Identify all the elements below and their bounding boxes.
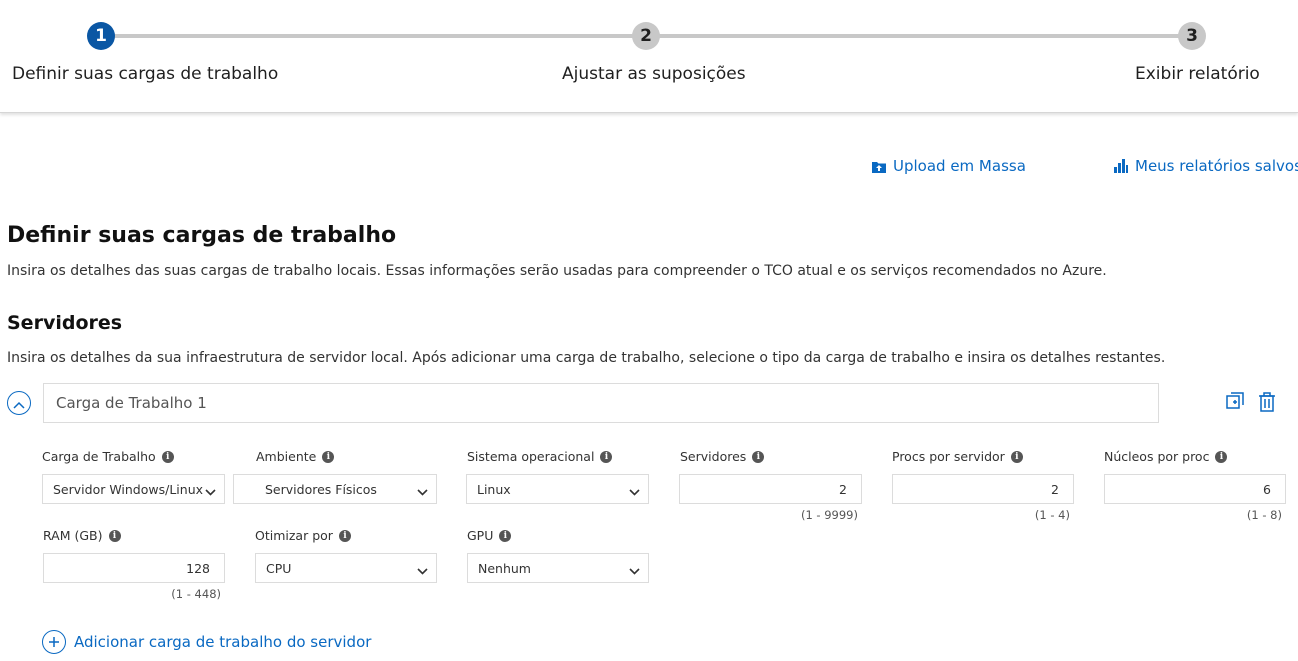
info-icon[interactable]: i bbox=[752, 450, 765, 463]
workload-type-value: Servidor Windows/Linux bbox=[53, 481, 204, 497]
os-select[interactable]: Linux bbox=[466, 474, 649, 504]
chevron-down-icon bbox=[629, 484, 640, 499]
saved-reports-label: Meus relatórios salvos bbox=[1135, 157, 1298, 175]
info-icon[interactable]: i bbox=[499, 529, 512, 542]
optimize-label-text: Otimizar por bbox=[255, 528, 333, 543]
info-icon[interactable]: i bbox=[600, 450, 613, 463]
bulk-upload-label: Upload em Massa bbox=[893, 157, 1026, 175]
cores-input[interactable]: 6 bbox=[1104, 474, 1286, 504]
workload-type-label: Carga de Trabalho i bbox=[42, 449, 174, 464]
saved-reports-link[interactable]: Meus relatórios salvos bbox=[1113, 157, 1298, 175]
cores-range: (1 - 8) bbox=[1246, 508, 1282, 522]
ram-range: (1 - 448) bbox=[171, 587, 221, 601]
ram-input[interactable]: 128 bbox=[43, 553, 225, 583]
bulk-upload-link[interactable]: Upload em Massa bbox=[871, 157, 1026, 175]
step-1-circle[interactable]: 1 bbox=[87, 22, 115, 50]
info-icon[interactable]: i bbox=[1010, 450, 1023, 463]
gpu-label: GPU i bbox=[467, 528, 512, 543]
trash-icon bbox=[1258, 392, 1276, 416]
info-icon[interactable]: i bbox=[161, 450, 174, 463]
procs-label: Procs por servidor i bbox=[892, 449, 1023, 464]
environment-label: Ambiente i bbox=[256, 449, 335, 464]
optimize-value: CPU bbox=[266, 560, 292, 576]
environment-value: Servidores Físicos bbox=[265, 481, 377, 497]
step-2-label[interactable]: Ajustar as suposições bbox=[562, 64, 746, 84]
add-server-workload-button[interactable]: Adicionar carga de trabalho do servidor bbox=[42, 630, 371, 654]
step-connector-2 bbox=[646, 34, 1192, 38]
procs-input[interactable]: 2 bbox=[892, 474, 1074, 504]
optimize-select[interactable]: CPU bbox=[255, 553, 437, 583]
add-server-workload-label: Adicionar carga de trabalho do servidor bbox=[74, 633, 372, 651]
workload-name-input[interactable]: Carga de Trabalho 1 bbox=[43, 383, 1159, 423]
page-description: Insira os detalhes das suas cargas de tr… bbox=[7, 263, 1107, 279]
plus-icon bbox=[42, 630, 66, 654]
step-connector-1 bbox=[100, 34, 646, 38]
gpu-value: Nenhum bbox=[478, 560, 531, 576]
chevron-down-icon bbox=[205, 484, 216, 499]
os-value: Linux bbox=[477, 481, 511, 497]
environment-select[interactable]: Servidores Físicos bbox=[233, 474, 437, 504]
environment-label-text: Ambiente bbox=[256, 449, 317, 464]
procs-range: (1 - 4) bbox=[1034, 508, 1070, 522]
os-label: Sistema operacional i bbox=[467, 449, 613, 464]
info-icon[interactable]: i bbox=[1215, 450, 1228, 463]
servers-section-description: Insira os detalhes da sua infraestrutura… bbox=[7, 350, 1166, 366]
step-3-circle[interactable]: 3 bbox=[1178, 22, 1206, 50]
info-icon[interactable]: i bbox=[338, 529, 351, 542]
page-title: Definir suas cargas de trabalho bbox=[7, 223, 397, 248]
servers-count-range: (1 - 9999) bbox=[800, 508, 858, 522]
step-2-circle[interactable]: 2 bbox=[632, 22, 660, 50]
os-label-text: Sistema operacional bbox=[467, 449, 595, 464]
step-1-label[interactable]: Definir suas cargas de trabalho bbox=[12, 64, 278, 84]
progress-stepper: 1 2 3 Definir suas cargas de trabalho Aj… bbox=[0, 0, 1298, 113]
duplicate-icon bbox=[1226, 392, 1244, 414]
optimize-label: Otimizar por i bbox=[255, 528, 351, 543]
chevron-down-icon bbox=[629, 563, 640, 578]
collapse-workload-button[interactable] bbox=[7, 391, 31, 415]
cores-label: Núcleos por proc i bbox=[1104, 449, 1228, 464]
delete-workload-button[interactable] bbox=[1258, 392, 1276, 416]
ram-label: RAM (GB) i bbox=[43, 528, 121, 543]
info-icon[interactable]: i bbox=[322, 450, 335, 463]
servers-count-label: Servidores i bbox=[680, 449, 765, 464]
servers-count-label-text: Servidores bbox=[680, 449, 747, 464]
servers-count-input[interactable]: 2 bbox=[679, 474, 862, 504]
info-icon[interactable]: i bbox=[108, 529, 121, 542]
step-3-label[interactable]: Exibir relatório bbox=[1135, 64, 1260, 84]
bar-chart-icon bbox=[1113, 158, 1129, 174]
duplicate-workload-button[interactable] bbox=[1226, 392, 1244, 414]
chevron-down-icon bbox=[417, 484, 428, 499]
upload-folder-icon bbox=[871, 159, 887, 174]
gpu-label-text: GPU bbox=[467, 528, 494, 543]
ram-label-text: RAM (GB) bbox=[43, 528, 103, 543]
workload-type-select[interactable]: Servidor Windows/Linux bbox=[42, 474, 225, 504]
chevron-up-icon bbox=[13, 394, 25, 413]
cores-label-text: Núcleos por proc bbox=[1104, 449, 1210, 464]
servers-section-title: Servidores bbox=[7, 312, 123, 334]
gpu-select[interactable]: Nenhum bbox=[467, 553, 649, 583]
procs-label-text: Procs por servidor bbox=[892, 449, 1005, 464]
chevron-down-icon bbox=[417, 563, 428, 578]
workload-type-label-text: Carga de Trabalho bbox=[42, 449, 156, 464]
